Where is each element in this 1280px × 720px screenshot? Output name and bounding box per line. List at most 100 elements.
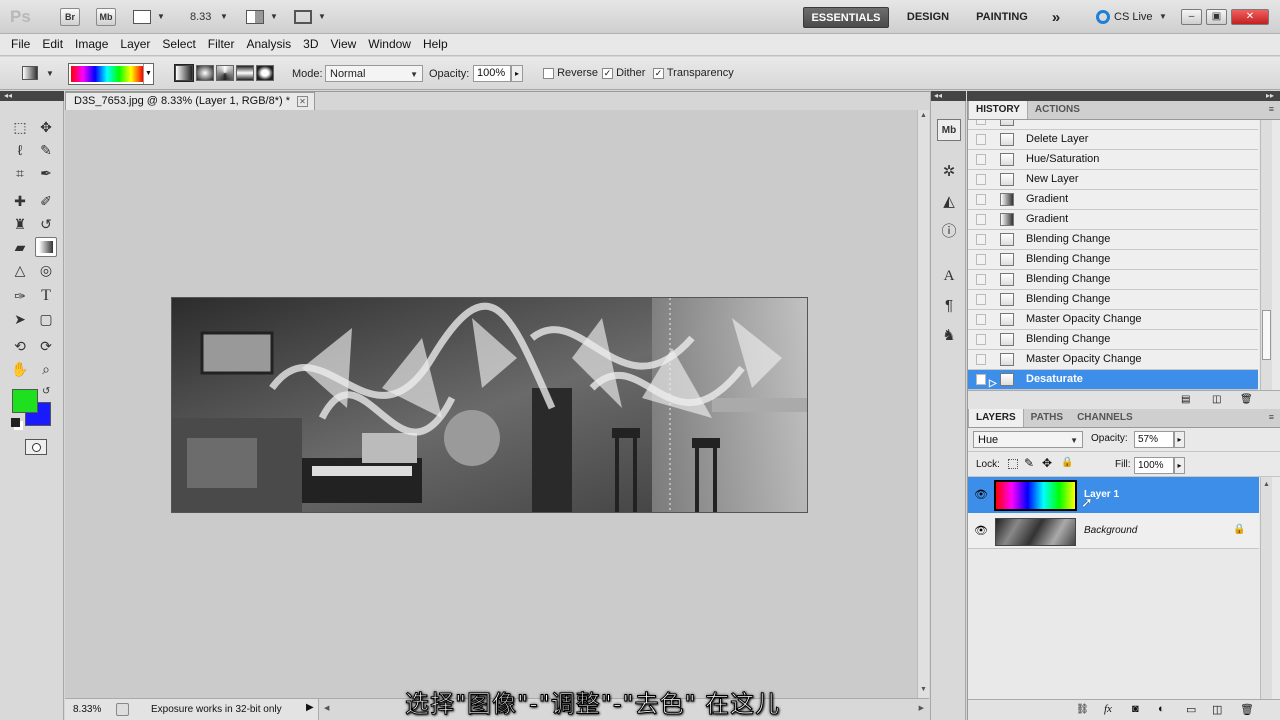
mini-bridge-button[interactable]: Mb — [96, 8, 116, 26]
lasso-tool-icon[interactable]: ℓ — [9, 140, 31, 160]
history-state-checkbox[interactable] — [976, 254, 986, 265]
history-state-checkbox[interactable] — [976, 174, 986, 185]
chevron-down-icon[interactable]: ▼ — [143, 64, 153, 84]
minimize-button[interactable]: – — [1181, 9, 1202, 25]
angle-gradient-icon[interactable] — [216, 65, 234, 81]
chevron-down-icon[interactable]: ▼ — [46, 69, 54, 78]
menu-3d[interactable]: 3D — [297, 34, 324, 55]
chevron-right-icon[interactable]: ▸ — [1174, 431, 1185, 448]
history-item[interactable]: Blending Change — [968, 250, 1258, 270]
menu-view[interactable]: View — [324, 34, 362, 55]
linear-gradient-icon[interactable] — [174, 64, 194, 82]
history-state-checkbox[interactable] — [976, 294, 986, 305]
chevron-right-icon[interactable]: ▸ — [1174, 457, 1185, 474]
trash-icon[interactable]: 🗑 — [1240, 394, 1253, 405]
history-state-checkbox[interactable] — [976, 354, 986, 365]
fill-field[interactable]: 100% — [1134, 457, 1174, 474]
dodge-tool-icon[interactable]: ◎ — [35, 260, 57, 280]
history-state-checkbox[interactable] — [976, 134, 986, 145]
history-state-checkbox[interactable] — [976, 334, 986, 345]
layer-name[interactable]: Background — [1084, 525, 1137, 536]
menu-image[interactable]: Image — [69, 34, 114, 55]
status-menu-arrow-icon[interactable]: ▶ — [306, 702, 314, 713]
status-zoom[interactable]: 8.33% — [73, 704, 101, 715]
tab-layers[interactable]: LAYERS — [968, 409, 1024, 427]
history-item[interactable]: Master Opacity Change — [968, 310, 1258, 330]
scroll-thumb[interactable] — [1262, 310, 1271, 360]
layer-style-icon[interactable]: fx — [1104, 703, 1112, 715]
mode-select[interactable]: Normal ▼ — [325, 65, 423, 82]
menu-filter[interactable]: Filter — [202, 34, 241, 55]
status-preview-icon[interactable] — [116, 703, 129, 716]
quick-mask-button[interactable] — [25, 439, 47, 455]
crop-tool-icon[interactable]: ⌗ — [9, 163, 31, 183]
workspace-design[interactable]: DESIGN — [898, 7, 958, 28]
menu-help[interactable]: Help — [417, 34, 454, 55]
panel-dock-header[interactable]: ▸▸ — [967, 91, 1280, 101]
default-colors-icon[interactable] — [11, 418, 20, 427]
menu-analysis[interactable]: Analysis — [240, 34, 297, 55]
transparency-checkbox[interactable]: ✓ Transparency — [653, 67, 734, 79]
history-state-checkbox[interactable] — [976, 214, 986, 225]
panel-menu-icon[interactable]: ≡ — [1269, 412, 1274, 422]
history-scrollbar[interactable] — [1260, 120, 1272, 390]
workspace-essentials[interactable]: ESSENTIALS — [803, 7, 889, 28]
history-item[interactable]: Master Opacity Change — [968, 350, 1258, 370]
scroll-up-icon[interactable]: ▲ — [1263, 481, 1270, 488]
canvas-image[interactable] — [171, 297, 808, 513]
trash-icon[interactable]: 🗑 — [1240, 703, 1254, 716]
tab-paths[interactable]: PATHS — [1024, 409, 1070, 427]
tab-history[interactable]: HISTORY — [968, 101, 1028, 119]
adjustment-layer-icon[interactable]: ◐ — [1158, 703, 1165, 715]
lock-pixels-icon[interactable]: ✎ — [1024, 456, 1034, 470]
tab-actions[interactable]: ACTIONS — [1028, 101, 1087, 119]
cs-live-menu[interactable]: CS Live — [1114, 11, 1153, 23]
menu-file[interactable]: File — [5, 34, 36, 55]
brush-tool-icon[interactable]: ✐ — [35, 191, 57, 211]
collapse-arrow-icon[interactable]: ◂◂ — [931, 91, 966, 101]
visibility-eye-icon[interactable]: 👁 — [974, 524, 988, 537]
scroll-right-icon[interactable]: ▶ — [919, 704, 924, 712]
screen-mode-icon[interactable] — [294, 10, 312, 24]
chevron-down-icon[interactable]: ▼ — [1159, 12, 1167, 21]
chevron-down-icon[interactable]: ▼ — [157, 12, 165, 21]
arrange-documents-icon[interactable] — [246, 10, 264, 24]
foreground-color-swatch[interactable] — [12, 389, 38, 413]
rectangle-tool-icon[interactable]: ▢ — [35, 309, 57, 329]
view-extras-icon[interactable] — [133, 10, 151, 24]
bridge-button[interactable]: Br — [60, 8, 80, 26]
3d-orbit-tool-icon[interactable]: ⟳ — [35, 336, 57, 356]
quick-selection-tool-icon[interactable]: ✎ — [35, 140, 57, 160]
history-item[interactable] — [968, 120, 1258, 130]
checkmark-icon[interactable]: ✓ — [602, 67, 613, 79]
clone-source-icon[interactable]: ♞ — [937, 325, 961, 347]
history-item[interactable]: Blending Change — [968, 330, 1258, 350]
chevron-down-icon[interactable]: ▼ — [220, 12, 228, 21]
layer-opacity-field[interactable]: 57% — [1134, 431, 1174, 448]
diamond-gradient-icon[interactable] — [256, 65, 274, 81]
chevron-right-icon[interactable]: ▸ — [511, 65, 523, 82]
menu-edit[interactable]: Edit — [36, 34, 69, 55]
checkbox-box[interactable] — [543, 67, 554, 79]
gradient-tool-preset-icon[interactable] — [22, 66, 38, 80]
history-item[interactable]: Blending Change — [968, 270, 1258, 290]
zoom-level[interactable]: 8.33 — [190, 11, 211, 23]
create-snapshot-icon[interactable]: ◫ — [1212, 394, 1221, 405]
link-layers-icon[interactable]: ⛓ — [1076, 704, 1089, 715]
blend-mode-select[interactable]: Hue ▼ — [973, 431, 1083, 448]
menu-layer[interactable]: Layer — [114, 34, 156, 55]
history-item[interactable]: Blending Change — [968, 230, 1258, 250]
scroll-down-icon[interactable]: ▼ — [920, 686, 927, 693]
healing-brush-tool-icon[interactable]: ✚ — [9, 191, 31, 211]
scroll-left-icon[interactable]: ◀ — [324, 704, 329, 712]
vertical-scrollbar[interactable]: ▲ ▼ — [917, 110, 929, 698]
new-document-from-state-icon[interactable]: ▤ — [1181, 394, 1190, 405]
close-icon[interactable]: ✕ — [297, 96, 308, 107]
history-item[interactable]: Blending Change — [968, 290, 1258, 310]
history-item[interactable]: Delete Layer — [968, 130, 1258, 150]
histogram-icon[interactable]: ◭ — [937, 191, 961, 213]
lock-position-icon[interactable]: ✥ — [1042, 456, 1052, 470]
layer-mask-icon[interactable]: ◙ — [1132, 703, 1139, 715]
eyedropper-tool-icon[interactable]: ✒ — [35, 163, 57, 183]
zoom-tool-icon[interactable]: ⌕ — [35, 359, 57, 379]
